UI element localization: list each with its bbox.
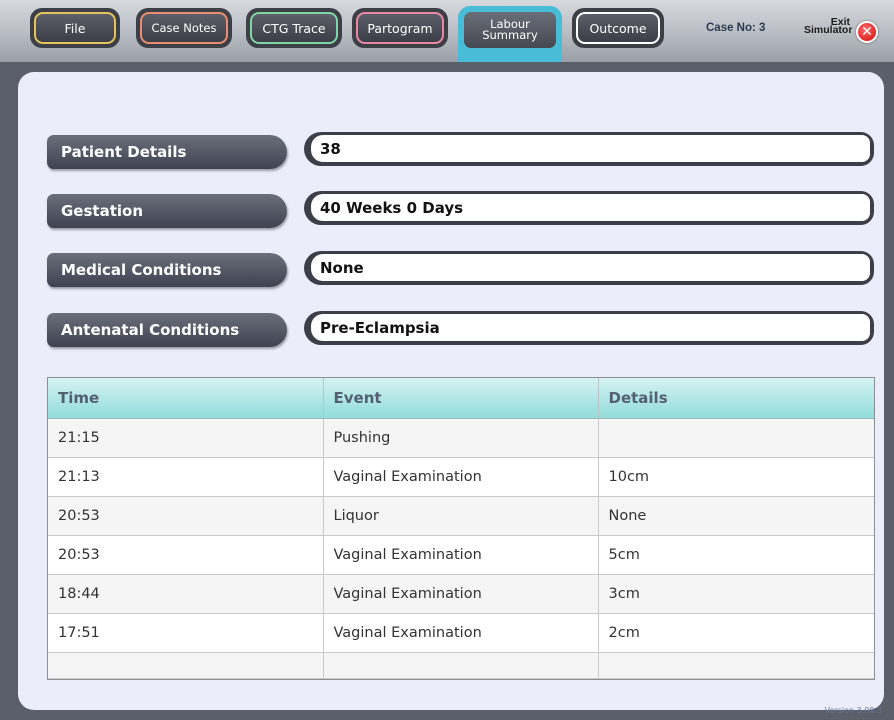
top-toolbar: File Case Notes CTG Trace Partogram Labo… [0, 0, 894, 62]
case-number: Case No: 3 [706, 22, 766, 34]
cell-event: Vaginal Examination [323, 457, 599, 497]
tab-partogram[interactable]: Partogram [352, 8, 448, 48]
cell-details: 2cm [598, 613, 874, 653]
close-icon: ✕ [856, 21, 878, 43]
tab-outcome[interactable]: Outcome [572, 8, 664, 48]
tab-ctg-trace[interactable]: CTG Trace [246, 8, 342, 48]
cell-time: 20:53 [48, 535, 324, 575]
cell-event: Vaginal Examination [323, 613, 599, 653]
exit-simulator-label: Exit Simulator [804, 16, 853, 36]
tab-labour-summary[interactable]: Labour Summary [458, 6, 562, 62]
medical-conditions-value: None [311, 254, 870, 281]
cell-details: None [598, 496, 874, 536]
cell-details: 5cm [598, 535, 874, 575]
medical-conditions-field: None [304, 251, 874, 285]
tab-case-notes-label: Case Notes [140, 12, 228, 44]
gestation-field: 40 Weeks 0 Days [304, 191, 874, 225]
antenatal-conditions-field: Pre-Eclampsia [304, 311, 874, 345]
cell-time: 20:53 [48, 496, 324, 536]
table-row[interactable] [48, 652, 874, 679]
table-row[interactable]: 17:51 Vaginal Examination 2cm [48, 613, 874, 653]
table-row[interactable]: 20:53 Liquor None [48, 496, 874, 536]
exit-simulator-button[interactable]: Exit Simulator ✕ [800, 14, 888, 48]
column-header-time[interactable]: Time [48, 378, 324, 419]
labour-events-table[interactable]: Time Event Details 21:15 Pushing 21:13 V… [47, 377, 875, 680]
cell-details: 3cm [598, 574, 874, 614]
tab-partogram-label: Partogram [356, 12, 444, 44]
cell-event: Vaginal Examination [323, 574, 599, 614]
tab-case-notes[interactable]: Case Notes [136, 8, 232, 48]
cell-event: Pushing [323, 418, 599, 458]
cell-details [598, 652, 874, 679]
version-label: Version 3.00.3 [824, 706, 882, 715]
gestation-value: 40 Weeks 0 Days [311, 194, 870, 221]
table-header-row: Time Event Details [48, 378, 874, 419]
tab-outcome-label: Outcome [576, 12, 660, 44]
tab-file-label: File [34, 12, 116, 44]
cell-time: 21:13 [48, 457, 324, 497]
column-header-event[interactable]: Event [323, 378, 599, 419]
antenatal-conditions-label: Antenatal Conditions [47, 313, 287, 347]
cell-event [323, 652, 599, 679]
table-row[interactable]: 21:15 Pushing [48, 418, 874, 458]
gestation-label: Gestation [47, 194, 287, 228]
table-row[interactable]: 20:53 Vaginal Examination 5cm [48, 535, 874, 575]
cell-time: 18:44 [48, 574, 324, 614]
table-row[interactable]: 18:44 Vaginal Examination 3cm [48, 574, 874, 614]
patient-details-value: 38 [311, 135, 870, 162]
cell-details [598, 418, 874, 458]
tab-ctg-trace-label: CTG Trace [250, 12, 338, 44]
tab-labour-summary-label: Labour Summary [462, 10, 558, 50]
cell-event: Liquor [323, 496, 599, 536]
tab-file[interactable]: File [30, 8, 120, 48]
column-header-details[interactable]: Details [598, 378, 874, 419]
table-row[interactable]: 21:13 Vaginal Examination 10cm [48, 457, 874, 497]
medical-conditions-label: Medical Conditions [47, 253, 287, 287]
cell-details: 10cm [598, 457, 874, 497]
patient-details-field: 38 [304, 132, 874, 166]
cell-time: 21:15 [48, 418, 324, 458]
cell-time [48, 652, 324, 679]
antenatal-conditions-value: Pre-Eclampsia [311, 314, 870, 341]
patient-details-label: Patient Details [47, 135, 287, 169]
cell-time: 17:51 [48, 613, 324, 653]
cell-event: Vaginal Examination [323, 535, 599, 575]
